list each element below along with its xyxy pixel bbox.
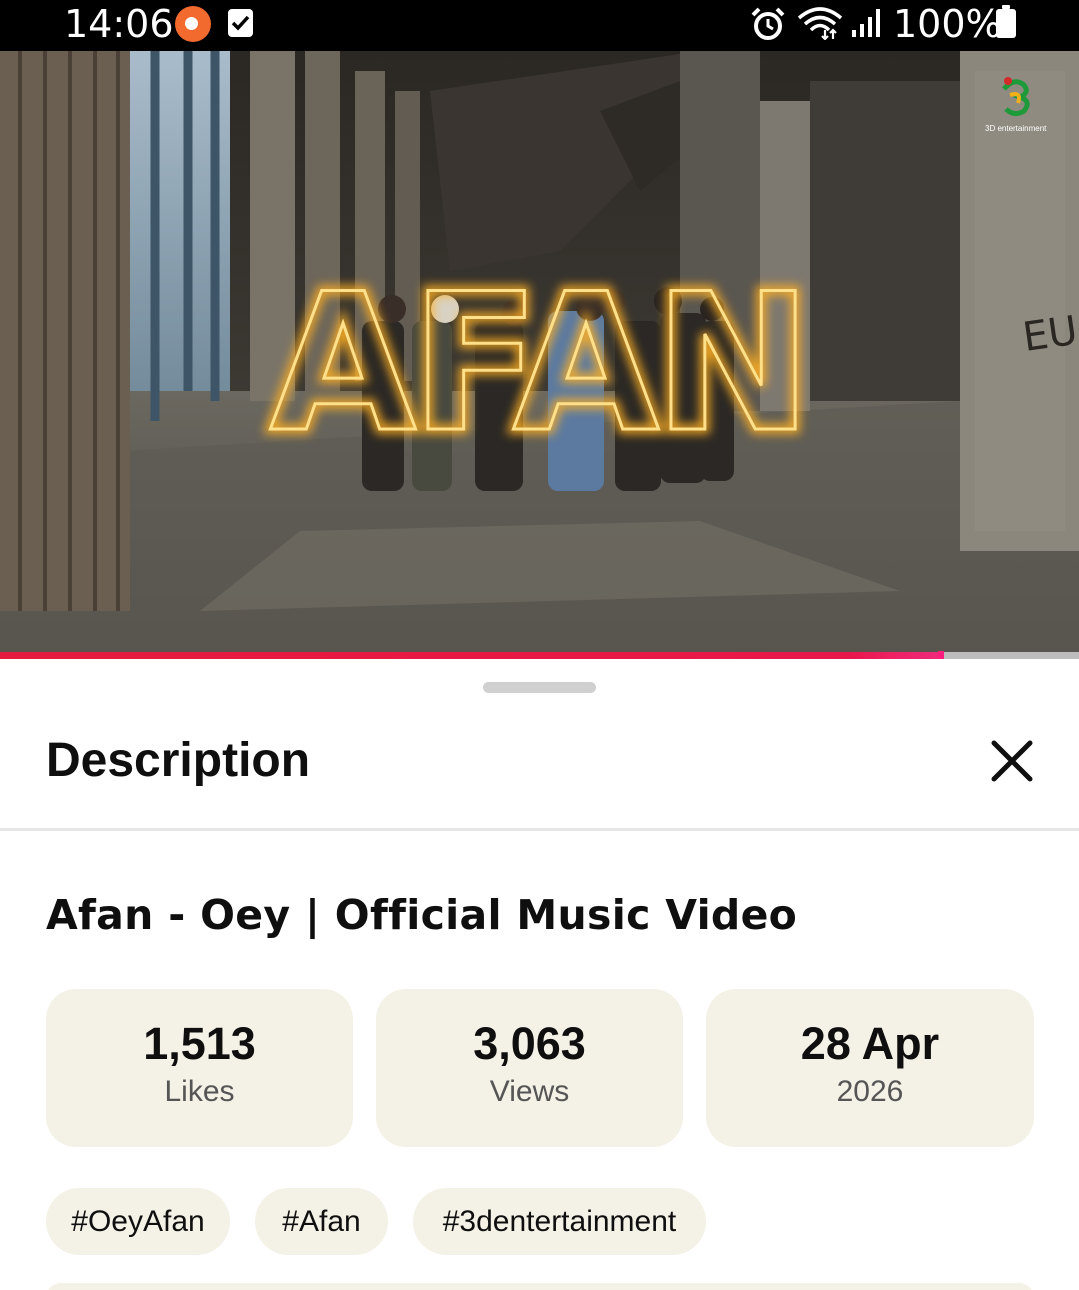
video-title: Afan - Oey | Official Music Video [46, 891, 798, 939]
views-label: Views [489, 1075, 570, 1108]
channel-logo-text: 3D entertainment [985, 124, 1047, 133]
views-card: 3,063 Views [376, 989, 683, 1147]
divider [0, 828, 1079, 831]
screen-recorder-icon [175, 6, 211, 42]
status-bar: 14:06 100% [0, 0, 1079, 51]
views-count: 3,063 [473, 1018, 586, 1069]
video-frame: EU AFAN AFAN [0, 51, 1079, 659]
video-progress-bar[interactable] [0, 651, 1079, 660]
checkbox-notification-icon [228, 9, 253, 37]
alarm-icon [750, 7, 786, 46]
upload-date: 28 Apr [800, 1018, 940, 1069]
hashtag-3dentertainment[interactable]: #3dentertainment [413, 1188, 706, 1255]
channel-watermark: 3D entertainment [985, 73, 1047, 133]
battery-percentage: 100% [893, 2, 1002, 46]
close-icon [991, 740, 1033, 782]
sheet-title: Description [46, 734, 311, 787]
afan-outline: AFAN [269, 253, 806, 474]
signal-icon [850, 8, 882, 43]
next-section-card [46, 1283, 1034, 1290]
upload-date-card: 28 Apr 2026 [706, 989, 1034, 1147]
description-sheet: Description Afan - Oey | Official Music … [0, 659, 1079, 1290]
graffiti-text: EU [1020, 308, 1079, 361]
status-time: 14:06 [64, 2, 174, 46]
video-player[interactable]: EU AFAN AFAN 3D entertainment [0, 51, 1079, 659]
likes-count: 1,513 [143, 1018, 256, 1069]
afan-overlay: AFAN AFAN [264, 248, 817, 479]
upload-year: 2026 [836, 1075, 904, 1108]
likes-label: Likes [164, 1075, 235, 1108]
progress-fill [0, 652, 941, 659]
drag-handle[interactable] [483, 682, 596, 693]
battery-icon [996, 5, 1016, 38]
hashtag-oeyafan[interactable]: #OeyAfan [46, 1188, 230, 1255]
likes-card: 1,513 Likes [46, 989, 353, 1147]
close-button[interactable] [987, 736, 1037, 786]
wifi-icon [797, 6, 843, 45]
hashtag-afan[interactable]: #Afan [255, 1188, 388, 1255]
3d-entertainment-logo [1002, 77, 1030, 117]
